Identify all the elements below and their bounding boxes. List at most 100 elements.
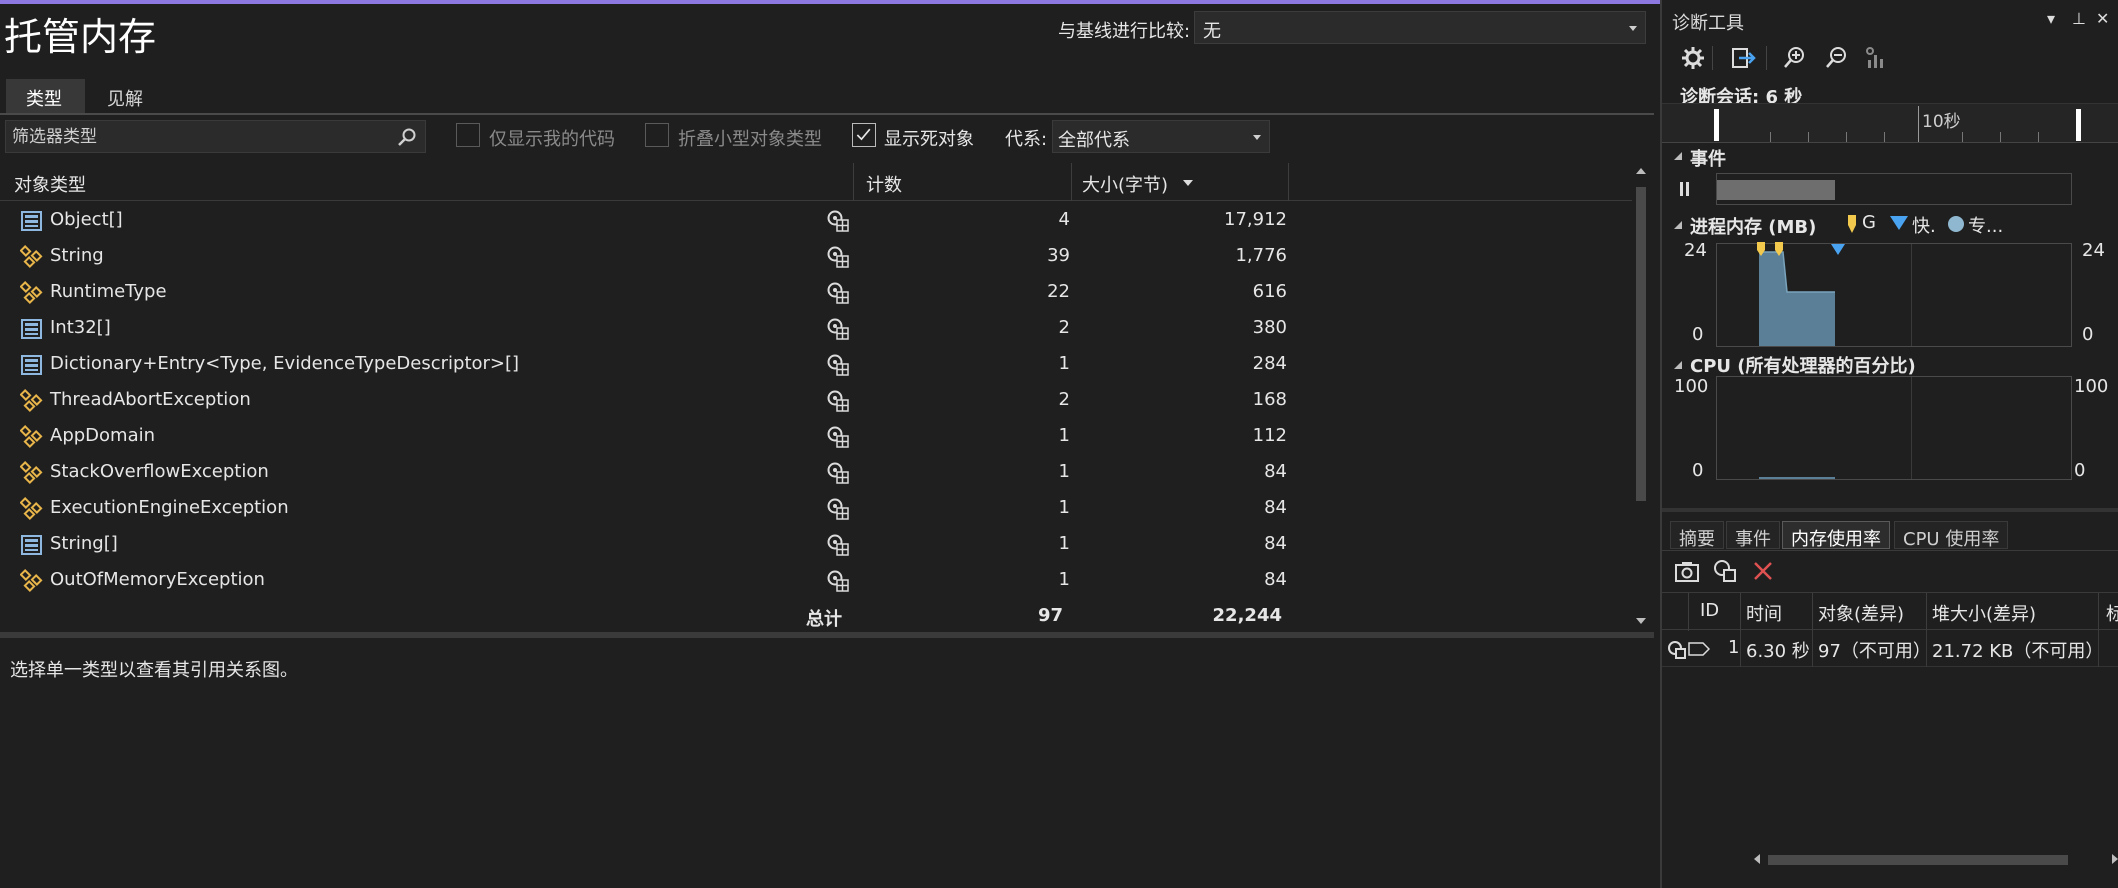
scroll-left-icon[interactable] xyxy=(1754,854,1760,864)
collapse-small-objects-checkbox[interactable] xyxy=(645,123,669,147)
referenced-types-icon[interactable] xyxy=(826,425,850,449)
column-header-objects[interactable]: 对象(差异) xyxy=(1818,600,1904,626)
delete-icon[interactable] xyxy=(1752,560,1774,582)
filter-input[interactable] xyxy=(12,125,392,149)
memory-chart[interactable] xyxy=(1716,242,2072,347)
referenced-types-icon[interactable] xyxy=(826,497,850,521)
column-header-heap[interactable]: 堆大小(差异) xyxy=(1932,600,2036,626)
scroll-thumb[interactable] xyxy=(1636,187,1646,501)
pane-splitter[interactable] xyxy=(1662,508,2118,512)
memory-y-top-right: 24 xyxy=(2082,240,2105,261)
column-header-count[interactable]: 计数 xyxy=(866,171,902,197)
referenced-types-icon[interactable] xyxy=(826,533,850,557)
table-row[interactable]: StackOverflowException 1 84 xyxy=(0,455,1630,491)
type-name: String xyxy=(50,245,104,266)
referenced-types-icon[interactable] xyxy=(826,569,850,593)
class-icon xyxy=(19,280,44,305)
close-icon[interactable]: ✕ xyxy=(2096,9,2109,28)
snapshot-id: 1 xyxy=(1728,637,1740,658)
table-row[interactable]: ThreadAbortException 2 168 xyxy=(0,383,1630,419)
table-header: 对象类型 计数 大小(字节) xyxy=(0,163,1632,201)
tab-memory-usage[interactable]: 内存使用率 xyxy=(1782,521,1890,550)
snapshot-row[interactable]: 1 6.30 秒 97（不可用） 21.72 KB（不可用） xyxy=(1662,631,2118,667)
scroll-up-icon[interactable] xyxy=(1636,168,1646,174)
snapshot-marker-icon xyxy=(1890,216,1908,230)
table-row[interactable]: Dictionary+Entry<Type, EvidenceTypeDescr… xyxy=(0,347,1630,383)
tag-icon xyxy=(1688,642,1710,656)
column-header-size[interactable]: 大小(字节) xyxy=(1082,171,1168,197)
snapshot-heap[interactable]: 21.72 KB（不可用） xyxy=(1932,637,2103,663)
scroll-right-icon[interactable] xyxy=(2112,854,2118,864)
diagnostic-tabs: 摘要 事件 内存使用率 CPU 使用率 xyxy=(1662,519,2118,551)
table-row[interactable]: Int32[] 2 380 xyxy=(0,311,1630,347)
scroll-down-icon[interactable] xyxy=(1636,618,1646,624)
filter-box xyxy=(5,120,426,153)
generation-select[interactable]: 全部代系 xyxy=(1052,120,1270,153)
timeline-end-handle[interactable] xyxy=(2076,109,2081,141)
referenced-types-icon[interactable] xyxy=(826,461,850,485)
export-icon[interactable] xyxy=(1730,45,1756,71)
take-snapshot-icon[interactable] xyxy=(1674,560,1700,584)
tab-types[interactable]: 类型 xyxy=(6,79,85,115)
column-header-type[interactable]: 对象类型 xyxy=(14,171,86,197)
window-menu-icon[interactable]: ▾ xyxy=(2047,9,2055,28)
collapse-events-icon[interactable] xyxy=(1674,152,1682,160)
pane-splitter[interactable] xyxy=(0,632,1654,638)
table-row[interactable]: OutOfMemoryException 1 84 xyxy=(0,563,1630,599)
table-row[interactable]: ExecutionEngineException 1 84 xyxy=(0,491,1630,527)
tab-insights[interactable]: 见解 xyxy=(87,79,163,115)
table-row[interactable]: String[] 1 84 xyxy=(0,527,1630,563)
type-size: 168 xyxy=(1252,389,1287,410)
referenced-types-icon[interactable] xyxy=(826,209,850,233)
table-scrollbar[interactable] xyxy=(1632,163,1650,629)
column-separator[interactable] xyxy=(853,163,854,201)
column-separator[interactable] xyxy=(1288,163,1289,201)
scroll-thumb[interactable] xyxy=(1768,855,2068,865)
table-row[interactable]: Object[] 4 17,912 xyxy=(0,203,1630,239)
snapshot-marker-icon[interactable] xyxy=(1831,244,1845,256)
zoom-out-icon[interactable] xyxy=(1824,45,1850,71)
memory-usage-area xyxy=(1759,251,1835,346)
table-row[interactable]: AppDomain 1 112 xyxy=(0,419,1630,455)
type-name: RuntimeType xyxy=(50,281,167,302)
timeline-start-handle[interactable] xyxy=(1714,109,1719,141)
referenced-types-icon[interactable] xyxy=(826,389,850,413)
referenced-types-icon[interactable] xyxy=(826,245,850,269)
search-icon[interactable] xyxy=(397,127,417,147)
column-separator[interactable] xyxy=(1071,163,1072,201)
table-row[interactable]: String 39 1,776 xyxy=(0,239,1630,275)
gc-marker-icon[interactable] xyxy=(1773,242,1785,258)
referenced-types-icon[interactable] xyxy=(826,317,850,341)
heap-profiling-icon[interactable] xyxy=(1712,558,1738,584)
referenced-types-icon[interactable] xyxy=(826,353,850,377)
just-my-code-checkbox[interactable] xyxy=(456,123,480,147)
memory-y-bottom-left: 0 xyxy=(1692,324,1704,345)
grid-horizontal-scrollbar[interactable] xyxy=(1752,850,2118,870)
zoom-in-icon[interactable] xyxy=(1782,45,1808,71)
snapshot-toolbar xyxy=(1662,552,2118,592)
timeline-ruler[interactable]: 10秒 xyxy=(1662,103,2118,143)
column-header-time[interactable]: 时间 xyxy=(1746,600,1782,626)
generation-label: 代系: xyxy=(1005,129,1048,150)
collapse-cpu-icon[interactable] xyxy=(1674,361,1682,369)
snapshot-objects[interactable]: 97（不可用） xyxy=(1818,637,1931,663)
compare-select[interactable]: 无 xyxy=(1194,11,1646,44)
tab-events[interactable]: 事件 xyxy=(1726,521,1780,550)
referenced-types-icon[interactable] xyxy=(826,281,850,305)
type-size: 616 xyxy=(1252,281,1287,302)
table-row[interactable]: RuntimeType 22 616 xyxy=(0,275,1630,311)
events-track[interactable] xyxy=(1716,173,2072,205)
tab-cpu-usage[interactable]: CPU 使用率 xyxy=(1894,521,2009,550)
cpu-chart[interactable] xyxy=(1716,376,2072,480)
pin-icon[interactable]: ⊥ xyxy=(2072,9,2086,28)
column-header-extra[interactable]: 标 xyxy=(2106,600,2118,626)
column-header-id[interactable]: ID xyxy=(1700,600,1719,621)
show-dead-objects-checkbox[interactable] xyxy=(852,123,876,147)
tab-summary[interactable]: 摘要 xyxy=(1670,521,1724,550)
gc-marker-icon[interactable] xyxy=(1755,242,1767,258)
array-icon xyxy=(20,317,44,341)
pause-icon[interactable] xyxy=(1680,182,1683,196)
page-title: 托管内存 xyxy=(4,15,157,59)
gear-icon[interactable] xyxy=(1680,45,1706,71)
collapse-memory-icon[interactable] xyxy=(1674,221,1682,229)
